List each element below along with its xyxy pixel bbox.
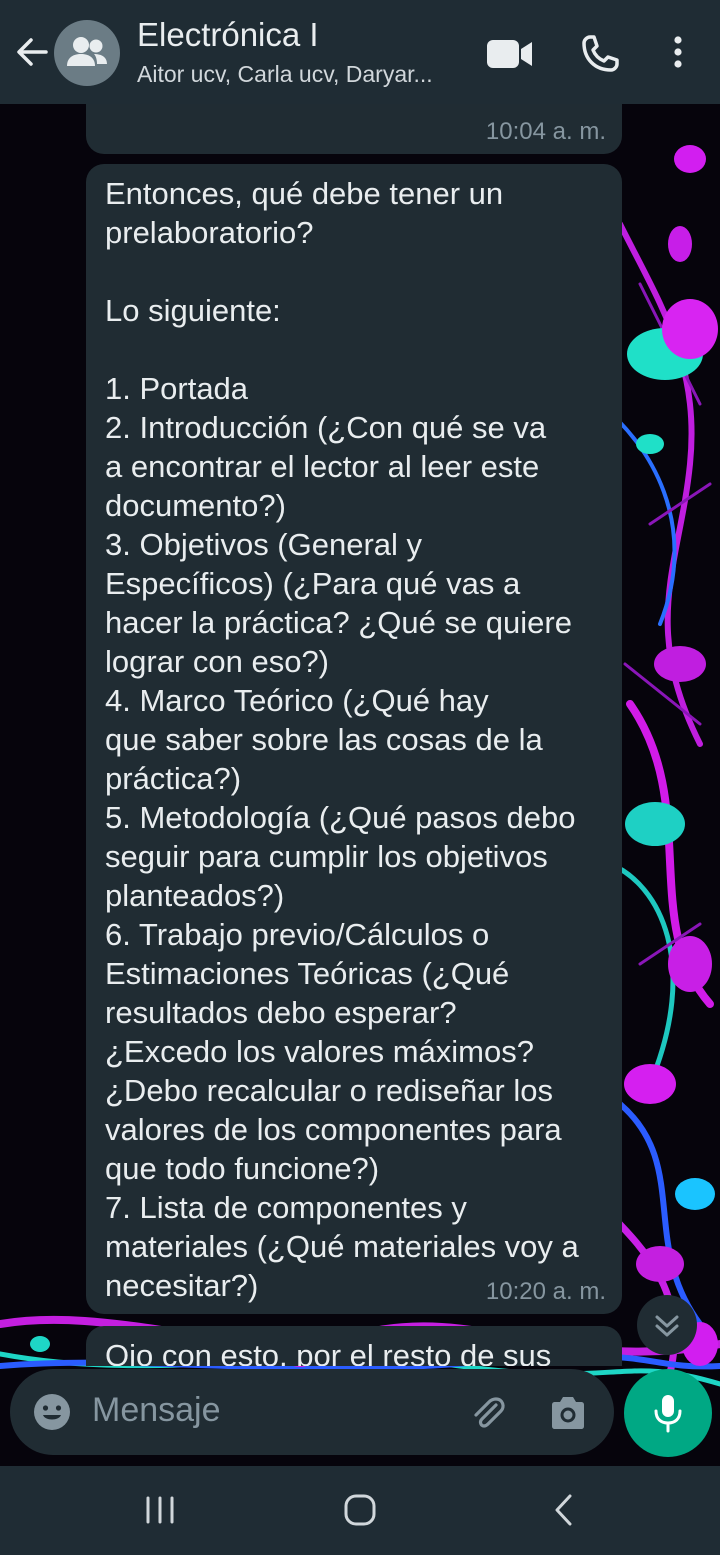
camera-icon (552, 1397, 584, 1429)
attach-button[interactable] (466, 1391, 510, 1435)
paperclip-icon (474, 1397, 505, 1428)
message-composer[interactable]: Mensaje (10, 1369, 614, 1455)
video-camera-icon (487, 40, 532, 68)
message-text: Entonces, qué debe tener un prelaborator… (105, 176, 579, 1303)
voice-call-button[interactable] (578, 32, 626, 76)
back-button[interactable] (12, 32, 52, 72)
recent-apps-button[interactable] (136, 1490, 184, 1530)
double-chevron-down-icon (655, 1315, 679, 1337)
message-bubble[interactable]: Entonces, qué debe tener un prelaborator… (86, 164, 622, 1314)
more-vertical-icon (674, 36, 682, 68)
group-avatar[interactable] (54, 20, 120, 86)
system-navigation-bar (0, 1466, 720, 1555)
message-input[interactable]: Mensaje (92, 1391, 221, 1430)
back-nav-button[interactable] (540, 1490, 588, 1530)
message-time: 10:20 a. m. (485, 1278, 606, 1305)
message-time: 10:04 a. m. (485, 118, 606, 145)
microphone-icon (654, 1395, 682, 1433)
more-options-button[interactable] (654, 32, 702, 76)
camera-button[interactable] (546, 1391, 590, 1435)
emoji-icon (34, 1394, 70, 1430)
voice-message-button[interactable] (624, 1369, 712, 1457)
phone-icon (582, 35, 619, 72)
home-button[interactable] (336, 1490, 384, 1530)
group-icon (67, 37, 107, 66)
recent-apps-icon (146, 1496, 174, 1524)
emoji-button[interactable] (30, 1390, 74, 1434)
message-bubble[interactable]: 10:04 a. m. (86, 104, 622, 154)
arrow-left-icon (17, 38, 48, 66)
video-call-button[interactable] (486, 32, 534, 76)
chevron-left-icon (555, 1494, 572, 1526)
chat-header: Electrónica I Aitor ucv, Carla ucv, Dary… (0, 0, 720, 104)
chat-title[interactable]: Electrónica I (137, 16, 319, 54)
message-bubble[interactable]: Ojo con esto, por el resto de sus (86, 1326, 622, 1366)
message-list[interactable]: 10:04 a. m. Entonces, qué debe tener un … (0, 104, 720, 1366)
chat-participants[interactable]: Aitor ucv, Carla ucv, Daryar... (137, 61, 457, 88)
chat-screen: Electrónica I Aitor ucv, Carla ucv, Dary… (0, 0, 720, 1555)
message-text: Ojo con esto, por el resto de sus (105, 1338, 552, 1366)
scroll-to-bottom-button[interactable] (637, 1295, 697, 1355)
home-icon (344, 1494, 376, 1526)
